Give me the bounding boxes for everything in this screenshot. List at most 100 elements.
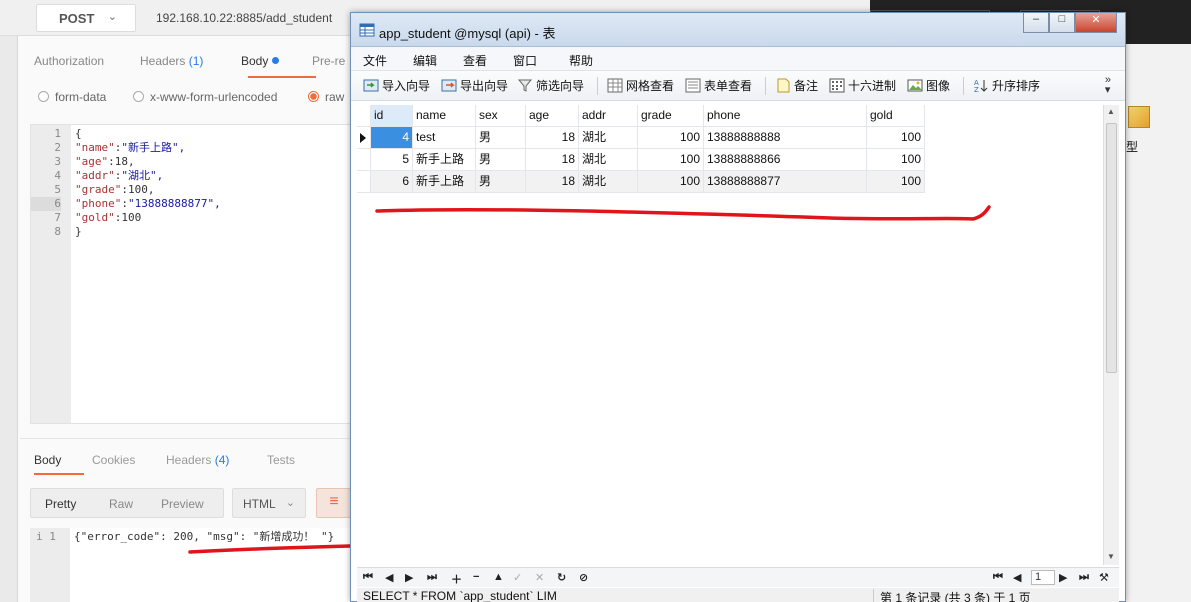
window-titlebar[interactable]: app_student @mysql (api) - 表 – □ ✕: [351, 13, 1125, 47]
last-page-icon[interactable]: ⏭: [1079, 571, 1089, 584]
column-header-id[interactable]: id: [371, 105, 413, 127]
cell-addr[interactable]: 湖北: [579, 171, 638, 193]
column-header-phone[interactable]: phone: [704, 105, 867, 127]
column-header-grade[interactable]: grade: [638, 105, 704, 127]
cell-name[interactable]: 新手上路: [413, 171, 476, 193]
import-wizard-button[interactable]: 导入向导: [363, 77, 430, 95]
minimize-icon[interactable]: –: [1023, 13, 1049, 33]
cell-gold[interactable]: 100: [867, 171, 925, 193]
hex-button[interactable]: 十六进制: [829, 77, 896, 95]
cell-age[interactable]: 18: [526, 171, 579, 193]
sort-ascending-button[interactable]: A Z 升序排序: [973, 77, 1040, 95]
column-header-sex[interactable]: sex: [476, 105, 526, 127]
settings-wrench-icon[interactable]: ⚒: [1099, 571, 1109, 584]
last-record-icon[interactable]: ⏭: [427, 571, 437, 584]
cell-phone[interactable]: 13888888866: [704, 149, 867, 171]
cell-gold[interactable]: 100: [867, 127, 925, 149]
close-icon[interactable]: ✕: [1075, 13, 1117, 33]
scroll-down-icon[interactable]: ▼: [1107, 552, 1115, 561]
cell-phone[interactable]: 13888888877: [704, 171, 867, 193]
cell-grade[interactable]: 100: [638, 171, 704, 193]
memo-button[interactable]: 备注: [775, 77, 818, 95]
stop-icon[interactable]: ⊘: [579, 571, 588, 584]
cell-id[interactable]: 4: [371, 127, 413, 149]
tab-body[interactable]: Body: [241, 54, 280, 68]
toolbar-overflow-icon[interactable]: » ▾: [1105, 75, 1111, 96]
tab-headers[interactable]: Headers (1): [140, 54, 203, 68]
menu-view[interactable]: 查看: [463, 52, 487, 69]
tab-tests[interactable]: Tests: [267, 453, 295, 467]
column-header-gold[interactable]: gold: [867, 105, 925, 127]
menu-file[interactable]: 文件: [363, 52, 387, 69]
request-body-editor[interactable]: 1{ 2 "name":"新手上路", 3 "age":18, 4 "addr":"湖…: [30, 124, 352, 424]
menu-window[interactable]: 窗口: [513, 52, 537, 69]
row-header[interactable]: [357, 171, 371, 193]
cell-gold[interactable]: 100: [867, 149, 925, 171]
prev-record-icon[interactable]: ◀: [385, 571, 393, 584]
view-preview-button[interactable]: Preview: [161, 497, 204, 511]
cell-sex[interactable]: 男: [476, 171, 526, 193]
tab-response-headers[interactable]: Headers (4): [166, 453, 229, 467]
first-record-icon[interactable]: ⏮: [363, 571, 373, 584]
cell-id[interactable]: 6: [371, 171, 413, 193]
prev-page-icon[interactable]: ◀: [1013, 571, 1021, 584]
refresh-icon[interactable]: ↻: [557, 571, 566, 584]
radio-form-data[interactable]: form-data: [38, 90, 106, 104]
menu-edit[interactable]: 编辑: [413, 52, 437, 69]
wrap-lines-icon[interactable]: ≡: [316, 488, 352, 518]
row-header[interactable]: [357, 149, 371, 171]
cell-age[interactable]: 18: [526, 149, 579, 171]
cell-name[interactable]: 新手上路: [413, 149, 476, 171]
scrollbar-thumb[interactable]: [1106, 123, 1117, 373]
tab-pre-request[interactable]: Pre-re: [312, 54, 345, 68]
cell-addr[interactable]: 湖北: [579, 149, 638, 171]
url-input[interactable]: 192.168.10.22:8885/add_student: [148, 4, 358, 32]
tab-authorization[interactable]: Authorization: [34, 54, 104, 68]
table-row[interactable]: 4 test 男 18 湖北 100 13888888888 100: [357, 127, 931, 149]
window-controls: – □ ✕: [1023, 13, 1119, 35]
row-header-corner: [357, 105, 371, 127]
row-header[interactable]: [357, 127, 371, 149]
add-record-icon[interactable]: ＋: [451, 571, 462, 587]
cell-grade[interactable]: 100: [638, 127, 704, 149]
next-page-icon[interactable]: ▶: [1059, 571, 1067, 584]
image-button[interactable]: 图像: [907, 77, 950, 95]
radio-raw[interactable]: raw: [308, 90, 344, 104]
format-dropdown[interactable]: HTML ⌄: [232, 488, 306, 518]
code-line: 7 "gold":100: [54, 211, 142, 224]
menu-help[interactable]: 帮助: [569, 52, 593, 69]
column-header-age[interactable]: age: [526, 105, 579, 127]
page-number-input[interactable]: 1: [1031, 570, 1055, 585]
table-row[interactable]: 6 新手上路 男 18 湖北 100 13888888877 100: [357, 171, 931, 193]
radio-urlencoded[interactable]: x-www-form-urlencoded: [133, 90, 277, 104]
filter-wizard-button[interactable]: 筛选向导: [517, 77, 584, 95]
column-header-addr[interactable]: addr: [579, 105, 638, 127]
svg-text:Z: Z: [974, 86, 979, 93]
cell-phone[interactable]: 13888888888: [704, 127, 867, 149]
cell-name[interactable]: test: [413, 127, 476, 149]
first-page-icon[interactable]: ⏮: [993, 571, 1003, 584]
form-view-button[interactable]: 表单查看: [685, 77, 752, 95]
delete-record-icon[interactable]: −: [473, 571, 479, 583]
cell-grade[interactable]: 100: [638, 149, 704, 171]
cell-addr[interactable]: 湖北: [579, 127, 638, 149]
view-raw-button[interactable]: Raw: [109, 497, 133, 511]
next-record-icon[interactable]: ▶: [405, 571, 413, 584]
cell-sex[interactable]: 男: [476, 127, 526, 149]
method-dropdown[interactable]: POST ⌄: [36, 4, 136, 32]
scroll-up-icon[interactable]: ▲: [1107, 107, 1115, 116]
data-grid[interactable]: id name sex age addr grade phone gold 4 …: [357, 105, 1119, 565]
cell-sex[interactable]: 男: [476, 149, 526, 171]
grid-view-button[interactable]: 网格查看: [607, 77, 674, 95]
maximize-icon[interactable]: □: [1049, 13, 1075, 33]
vertical-scrollbar[interactable]: ▲ ▼: [1103, 105, 1119, 565]
tab-response-body[interactable]: Body: [34, 453, 61, 467]
table-row[interactable]: 5 新手上路 男 18 湖北 100 13888888866 100: [357, 149, 931, 171]
cell-age[interactable]: 18: [526, 127, 579, 149]
export-wizard-button[interactable]: 导出向导: [441, 77, 508, 95]
edit-record-icon[interactable]: ▲: [493, 571, 504, 583]
column-header-name[interactable]: name: [413, 105, 476, 127]
cell-id[interactable]: 5: [371, 149, 413, 171]
tab-cookies[interactable]: Cookies: [92, 453, 135, 467]
view-pretty-button[interactable]: Pretty: [45, 497, 76, 511]
